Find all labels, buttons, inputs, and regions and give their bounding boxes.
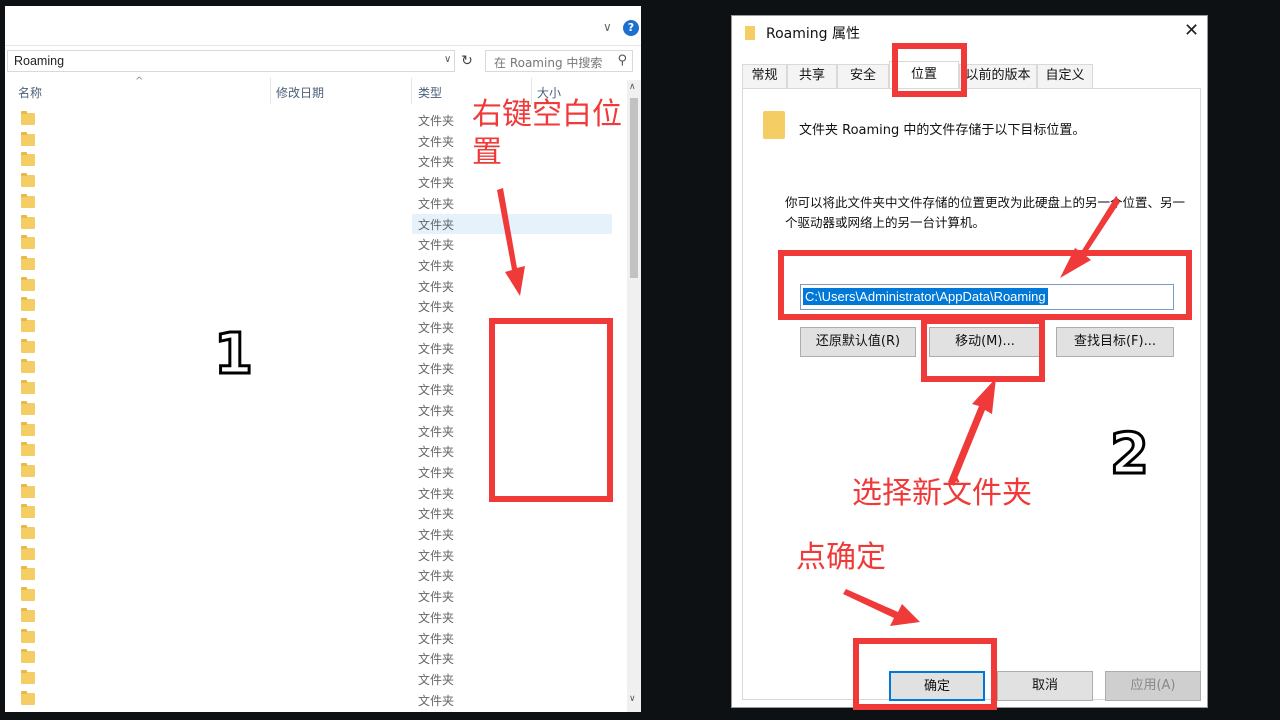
arrow-down-icon <box>497 188 525 296</box>
arrow-down-left-icon <box>1060 196 1120 278</box>
arrows-svg <box>497 188 1120 626</box>
annotation-layer: 1 2 右键空白位置 选择新文件夹 点确定 <box>0 0 1280 720</box>
arrow-down-right-icon <box>843 589 920 626</box>
arrow-up-icon <box>948 378 996 486</box>
